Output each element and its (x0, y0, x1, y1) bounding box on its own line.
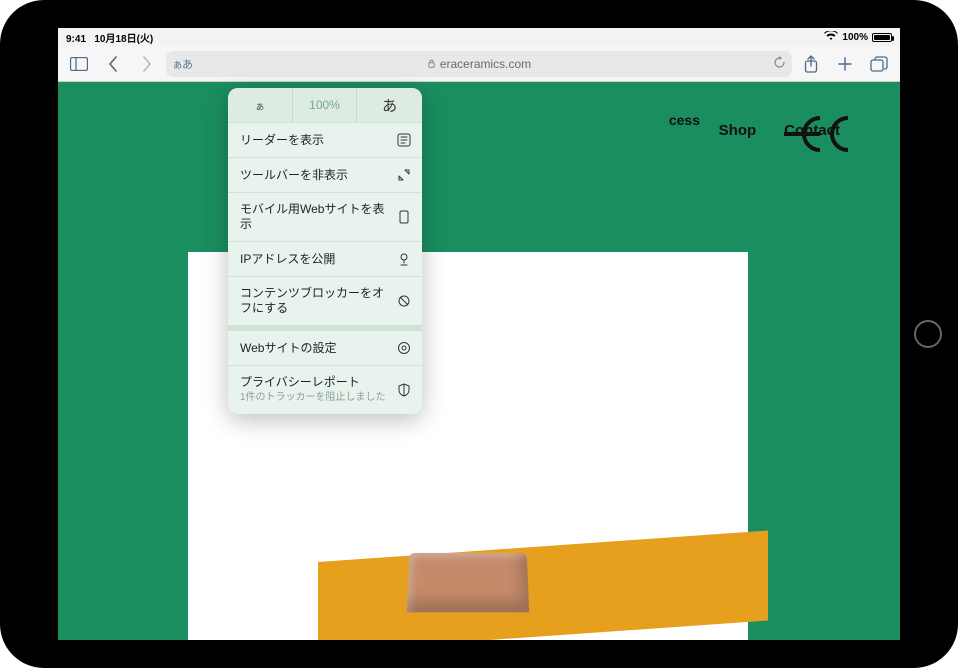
nav-partial: cess (669, 112, 700, 128)
expand-icon (396, 167, 412, 183)
site-logo[interactable] (782, 112, 860, 160)
status-bar: 9:41 10月18日(火) 100% (58, 28, 900, 46)
zoom-value[interactable]: 100% (293, 88, 358, 122)
zoom-in-button[interactable]: あ (357, 88, 422, 122)
lock-icon (427, 59, 436, 68)
browser-toolbar: ぁあ eraceramics.com (58, 46, 900, 82)
show-ip-item[interactable]: IPアドレスを公開 (228, 241, 422, 276)
mobile-site-item[interactable]: モバイル用Webサイトを表示 (228, 192, 422, 241)
privacy-label: プライバシーレポート (240, 375, 360, 389)
tabs-button[interactable] (864, 50, 894, 78)
status-right: 100% (824, 31, 892, 44)
zoom-row: ぁ 100% あ (228, 88, 422, 122)
reader-icon (396, 132, 412, 148)
url-text: eraceramics.com (440, 57, 531, 71)
status-left: 9:41 10月18日(火) (66, 30, 153, 45)
url-center: eraceramics.com (166, 57, 792, 71)
status-time: 9:41 (66, 34, 86, 45)
url-bar[interactable]: ぁあ eraceramics.com (166, 51, 792, 77)
page-content: cess Shop Contact (58, 82, 900, 640)
zoom-out-button[interactable]: ぁ (228, 88, 293, 122)
hide-toolbar-item[interactable]: ツールバーを非表示 (228, 157, 422, 192)
location-icon (396, 251, 412, 267)
sidebar-button[interactable] (64, 50, 94, 78)
wifi-icon (824, 31, 838, 44)
shield-icon (396, 382, 412, 398)
clay-block (407, 553, 530, 612)
battery-percent: 100% (842, 32, 868, 43)
site-settings-item[interactable]: Webサイトの設定 (228, 325, 422, 365)
aa-popover: ぁ 100% あ リーダーを表示 ツールバーを非表示 モバイル用Webサイトを表… (228, 88, 422, 414)
new-tab-button[interactable] (830, 50, 860, 78)
blocker-off-icon (396, 293, 412, 309)
battery-icon (872, 33, 892, 42)
mobile-icon (396, 209, 412, 225)
show-reader-item[interactable]: リーダーを表示 (228, 122, 422, 157)
forward-button (132, 50, 162, 78)
privacy-report-item[interactable]: プライバシーレポート 1件のトラッカーを阻止しました (228, 365, 422, 414)
privacy-sub: 1件のトラッカーを阻止しました (240, 392, 390, 405)
site-header: cess Shop Contact (58, 82, 900, 182)
nav-shop[interactable]: Shop (719, 122, 757, 139)
blockers-off-item[interactable]: コンテンツブロッカーをオフにする (228, 276, 422, 325)
status-date: 10月18日(火) (94, 34, 153, 45)
gear-icon (396, 340, 412, 356)
back-button[interactable] (98, 50, 128, 78)
share-button[interactable] (796, 50, 826, 78)
home-button[interactable] (914, 320, 942, 348)
